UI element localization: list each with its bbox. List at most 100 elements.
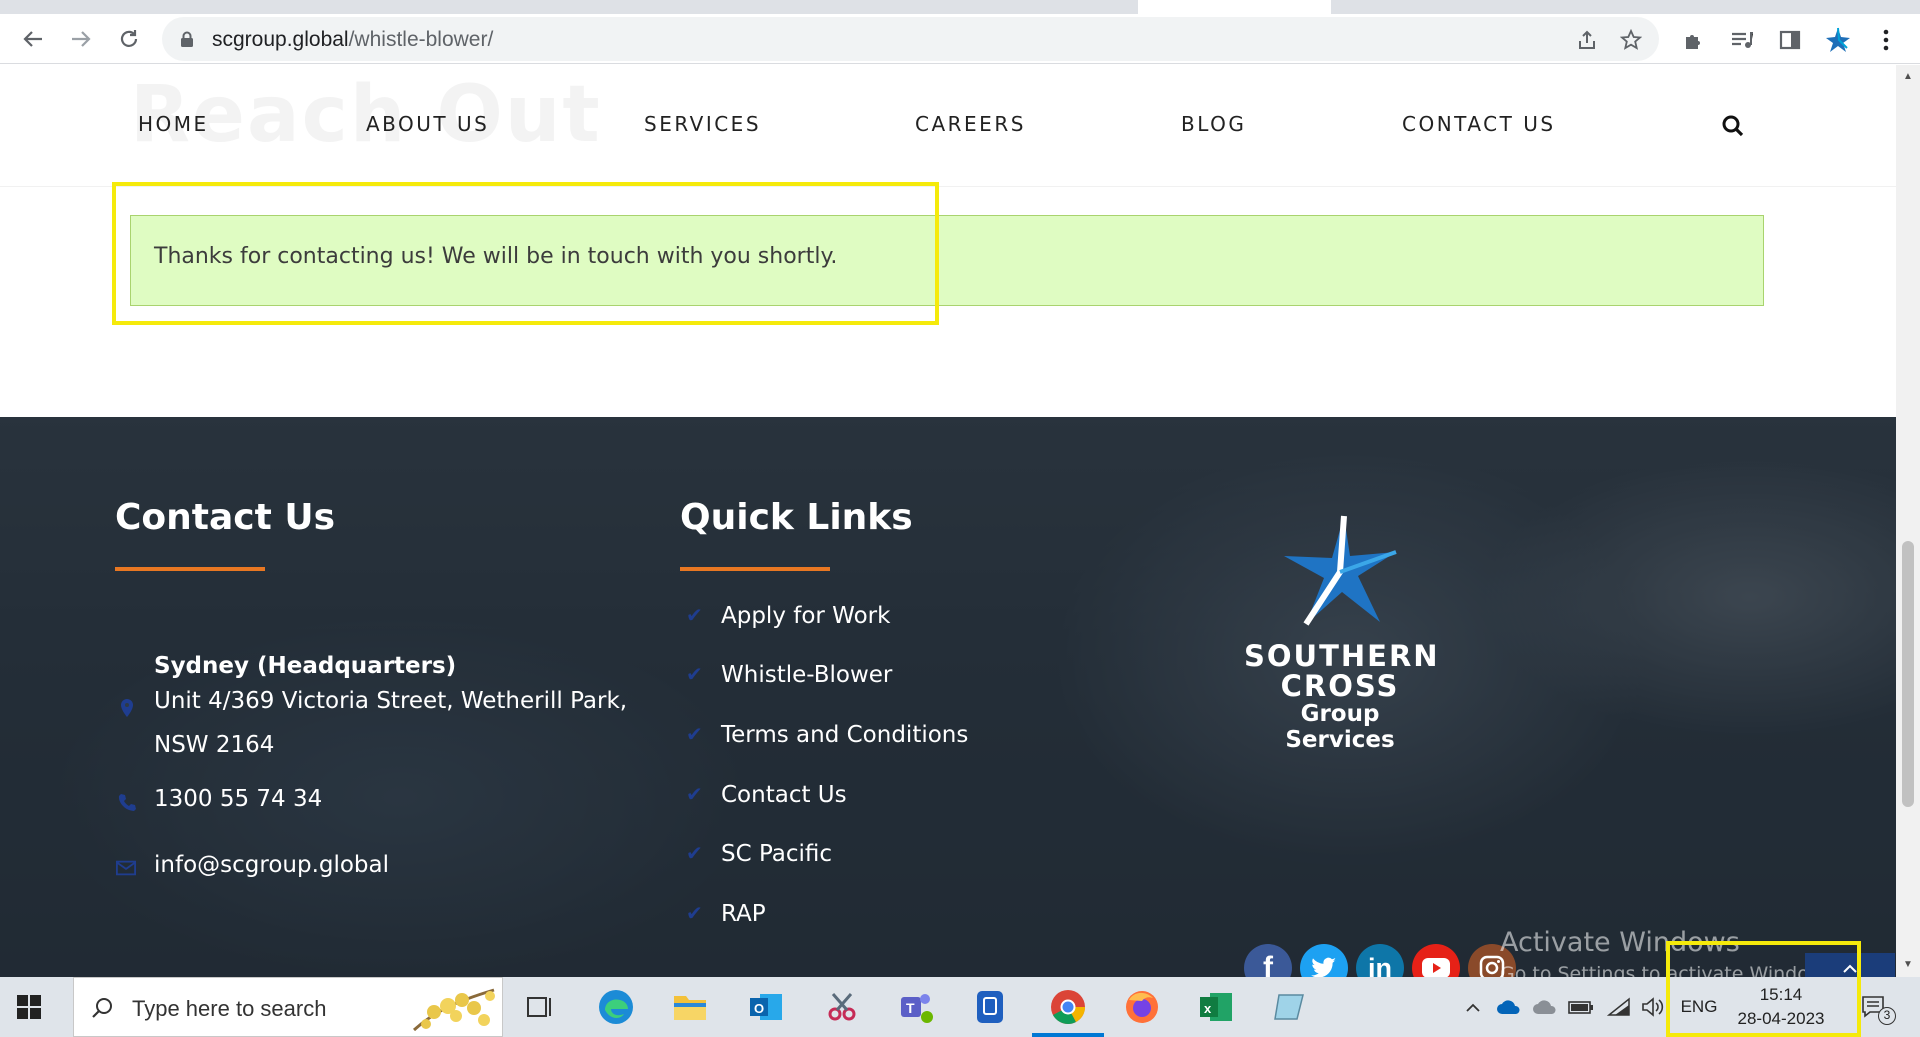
task-view-button[interactable]: [520, 987, 560, 1027]
activate-windows-subtitle: Go to Settings to activate Windows.: [1500, 963, 1841, 977]
chrome-icon: [1051, 990, 1085, 1024]
email-address[interactable]: info@scgroup.global: [154, 843, 389, 887]
forward-button[interactable]: [66, 24, 96, 54]
site-footer: Contact Us Sydney (Headquarters) Unit 4/…: [0, 417, 1896, 977]
facebook-icon: f: [1263, 951, 1273, 977]
contact-us-heading: Contact Us: [115, 497, 336, 538]
volume-tray-button[interactable]: [1638, 977, 1668, 1037]
kebab-menu-icon: [1883, 29, 1889, 51]
snipping-tool-app[interactable]: [822, 987, 862, 1027]
check-icon: ✔: [686, 724, 703, 746]
language-indicator[interactable]: ENG: [1676, 977, 1722, 1037]
profile-extension-button[interactable]: [1824, 26, 1852, 54]
nav-services[interactable]: SERVICES: [644, 112, 761, 136]
file-explorer-app[interactable]: [670, 987, 710, 1027]
clock-date: 28-04-2023: [1737, 1009, 1825, 1028]
media-button[interactable]: [1728, 26, 1756, 54]
web-page: Reach Out HOME ABOUT US SERVICES CAREERS…: [0, 65, 1896, 977]
nav-careers[interactable]: CAREERS: [915, 112, 1026, 136]
check-icon: ✔: [686, 605, 703, 627]
back-arrow-icon: [23, 31, 42, 47]
outlook-icon: O: [750, 994, 782, 1020]
onedrive-tray-button[interactable]: [1494, 977, 1524, 1037]
excel-app[interactable]: x: [1196, 987, 1236, 1027]
reload-button[interactable]: [114, 24, 144, 54]
bookmark-star-button[interactable]: [1618, 27, 1644, 53]
windows-start-icon[interactable]: [16, 994, 42, 1020]
tab-strip: [0, 0, 1920, 14]
taskbar-search-box[interactable]: Type here to search: [73, 977, 503, 1037]
company-portal-app[interactable]: [970, 987, 1010, 1027]
notes-app[interactable]: [1270, 987, 1310, 1027]
url-host: scgroup.global: [212, 28, 349, 51]
svg-text:T: T: [906, 1000, 915, 1016]
side-panel-button[interactable]: [1776, 26, 1804, 54]
portal-icon: [977, 991, 1003, 1023]
address-bar[interactable]: scgroup.global/whistle-blower/: [162, 17, 1659, 61]
active-tab[interactable]: [1138, 0, 1331, 14]
onedrive-cloud-icon: [1497, 1000, 1520, 1014]
taskbar-clock[interactable]: 15:14 28-04-2023: [1730, 983, 1832, 1031]
site-search-button[interactable]: [1721, 114, 1747, 140]
reload-icon: [120, 30, 138, 47]
quick-link-terms[interactable]: Terms and Conditions: [721, 722, 968, 748]
cloud-icon: [1533, 1000, 1556, 1014]
wifi-tray-button[interactable]: [1604, 977, 1634, 1037]
notification-center-button[interactable]: 3: [1854, 977, 1896, 1037]
teams-app[interactable]: T: [896, 987, 936, 1027]
playlist-icon: [1732, 32, 1753, 48]
nav-home[interactable]: HOME: [138, 112, 209, 136]
outlook-app[interactable]: O: [746, 987, 786, 1027]
back-to-top-button[interactable]: [1805, 953, 1895, 977]
firefox-app[interactable]: [1122, 987, 1162, 1027]
success-notice: Thanks for contacting us! We will be in …: [130, 215, 1764, 306]
search-icon: [92, 998, 112, 1018]
scissors-icon: [828, 993, 856, 1021]
extensions-button[interactable]: [1680, 26, 1708, 54]
firefox-icon: [1126, 991, 1158, 1023]
url-path: /whistle-blower/: [348, 28, 494, 51]
activate-windows-title: Activate Windows: [1500, 927, 1740, 958]
phone-number[interactable]: 1300 55 74 34: [154, 777, 322, 821]
check-icon: ✔: [686, 903, 703, 925]
southern-cross-star-logo-icon: [1284, 515, 1397, 626]
youtube-icon: [1422, 958, 1450, 977]
share-button[interactable]: [1574, 27, 1600, 53]
search-icon: [1722, 115, 1744, 137]
onedrive-personal-tray-button[interactable]: [1530, 977, 1560, 1037]
teams-icon: T: [901, 994, 933, 1023]
back-button[interactable]: [18, 24, 48, 54]
quick-link-contact-us[interactable]: Contact Us: [721, 782, 847, 808]
chrome-active-indicator: [1032, 1033, 1104, 1037]
quick-link-whistle-blower[interactable]: Whistle-Blower: [721, 662, 892, 688]
notepad-icon: [1274, 994, 1304, 1020]
scrollbar-thumb[interactable]: [1902, 541, 1914, 807]
twitter-icon: [1311, 957, 1336, 977]
logo-line-1: SOUTHERN: [1244, 639, 1440, 673]
chrome-app[interactable]: [1048, 987, 1088, 1027]
nav-blog[interactable]: BLOG: [1181, 112, 1246, 136]
scroll-down-arrow-icon[interactable]: ▼: [1902, 959, 1914, 971]
edge-app[interactable]: [596, 987, 636, 1027]
side-panel-icon: [1779, 30, 1801, 50]
nav-about-us[interactable]: ABOUT US: [366, 112, 489, 136]
chrome-menu-button[interactable]: [1872, 26, 1900, 54]
quick-link-rap[interactable]: RAP: [721, 901, 766, 927]
page-scrollbar[interactable]: ▲ ▼: [1896, 65, 1920, 977]
check-icon: ✔: [686, 664, 703, 686]
nav-contact-us[interactable]: CONTACT US: [1402, 112, 1556, 136]
chevron-up-icon: [1843, 964, 1857, 973]
quick-link-apply-for-work[interactable]: Apply for Work: [721, 603, 890, 629]
svg-text:x: x: [1204, 1001, 1212, 1016]
folder-icon: [674, 996, 706, 1020]
show-hidden-icons-button[interactable]: [1458, 977, 1488, 1037]
battery-icon: [1568, 1001, 1593, 1014]
browser-toolbar: scgroup.global/whistle-blower/: [0, 14, 1920, 64]
scroll-up-arrow-icon[interactable]: ▲: [1902, 71, 1914, 83]
taskbar-search-placeholder: Type here to search: [132, 996, 327, 1021]
battery-tray-button[interactable]: [1566, 977, 1596, 1037]
windows-taskbar: Type here to search O T x ENG 15:14 28-0…: [0, 977, 1920, 1037]
quick-link-sc-pacific[interactable]: SC Pacific: [721, 841, 832, 867]
logo-line-3: Group Services: [1285, 701, 1395, 753]
clock-time: 15:14: [1759, 985, 1803, 1004]
